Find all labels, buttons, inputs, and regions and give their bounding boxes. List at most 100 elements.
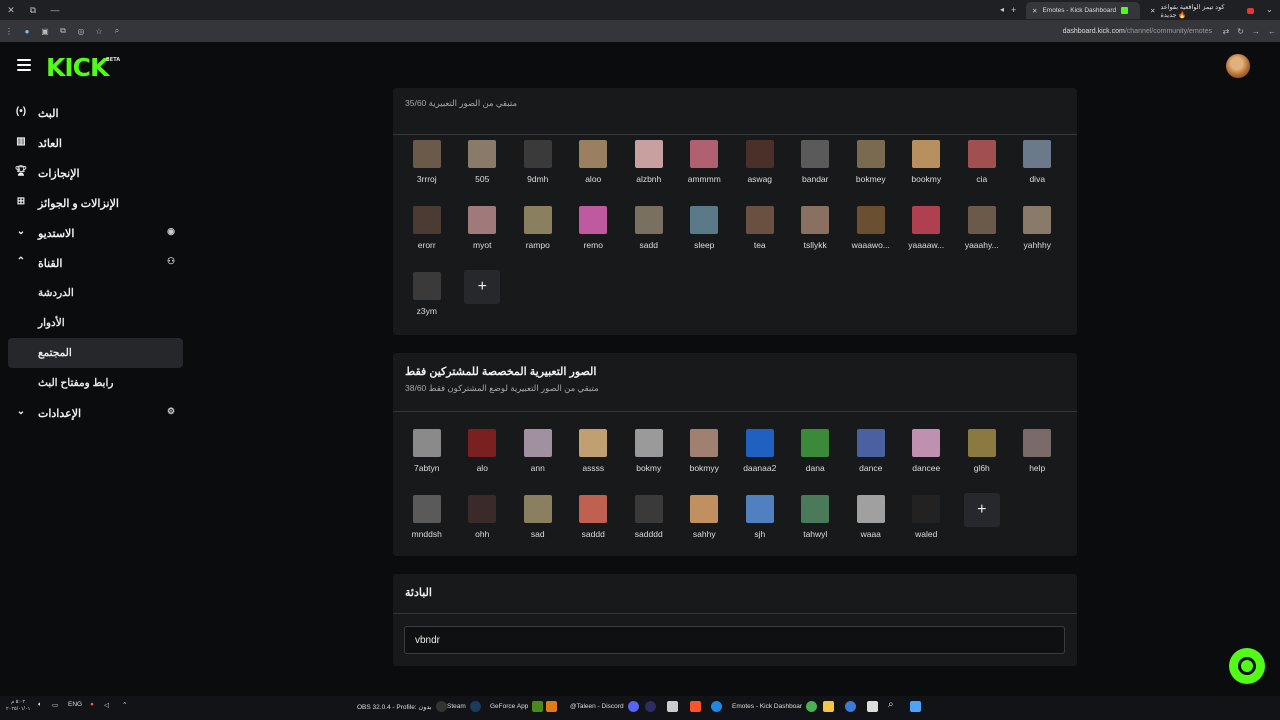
add-emote-button[interactable]: + (464, 270, 501, 304)
tray-arrow-icon[interactable]: ⌃ (122, 701, 127, 709)
app-icon[interactable] (546, 701, 557, 712)
emote-item[interactable]: 3rrroj (399, 138, 455, 204)
emote-item[interactable]: aswag (732, 138, 788, 204)
emote-item[interactable]: yaaaaw... (899, 204, 955, 270)
minimize-window-icon[interactable]: — (44, 5, 66, 15)
emote-item[interactable]: 7abtyn (399, 427, 455, 493)
emote-item[interactable]: dancee (899, 427, 955, 493)
emote-item[interactable]: 505 (455, 138, 511, 204)
folder-icon[interactable] (823, 701, 834, 712)
emote-item[interactable]: sad (510, 493, 566, 559)
emote-item[interactable]: saddd (566, 493, 622, 559)
forward-icon[interactable]: → (1252, 27, 1260, 36)
close-window-icon[interactable]: ✕ (0, 5, 22, 16)
emote-item[interactable]: ohh (455, 493, 511, 559)
new-tab-icon[interactable]: + (1011, 5, 1016, 15)
emote-item[interactable]: tea (732, 204, 788, 270)
sidebar-item-settings[interactable]: ⌄ الإعدادات ⚙ (8, 398, 183, 428)
emote-item[interactable]: dance (843, 427, 899, 493)
zoom-icon[interactable]: ⌕ (108, 26, 126, 36)
taskbar-obs[interactable]: OBS 32.0.4 - Profile: بدون (357, 701, 447, 712)
emote-item[interactable]: gl6h (954, 427, 1010, 493)
emote-item[interactable]: cia (954, 138, 1010, 204)
emote-item[interactable]: ann (510, 427, 566, 493)
tab-youtube[interactable]: ✕ كود تيمز الواقعية بقواعد جديدة 🔥 (1144, 2, 1260, 19)
sidebar-subitem-chat[interactable]: الدردشة (8, 278, 183, 308)
emote-item[interactable]: help (1010, 427, 1066, 493)
clock[interactable]: ٥:٠٢ م ٢٠٢٥/٠١/٠١ (6, 699, 30, 713)
extension-icon[interactable]: ▣ (36, 27, 54, 36)
translate-icon[interactable]: ⇄ (1223, 27, 1230, 36)
emote-item[interactable]: myot (455, 204, 511, 270)
menu-dots-icon[interactable]: ⋮ (0, 27, 18, 36)
sidebar-subitem-stream-key[interactable]: رابط ومفتاح البث (8, 368, 183, 398)
emote-item[interactable]: bokmy (621, 427, 677, 493)
wallet-icon[interactable]: ◎ (72, 27, 90, 36)
volume-icon[interactable]: 🔈︎ (38, 701, 42, 709)
emote-item[interactable]: assss (566, 427, 622, 493)
brave-icon[interactable] (690, 701, 701, 712)
app-icon[interactable] (845, 701, 856, 712)
taskbar-steam[interactable]: Steam (447, 701, 481, 712)
emote-item[interactable]: remo (566, 204, 622, 270)
profile-icon[interactable]: ● (18, 27, 36, 36)
taskbar-chrome[interactable]: Emotes - Kick Dashboar (732, 701, 818, 712)
url-field[interactable]: dashboard.kick.com/channel/community/emo… (1063, 28, 1212, 35)
emote-item[interactable]: yahhhy (1010, 204, 1066, 270)
wifi-icon[interactable]: ▭ (52, 701, 58, 709)
close-tab-icon[interactable]: ✕ (1032, 7, 1037, 15)
search-icon[interactable]: ⌕ (888, 699, 894, 710)
emote-item[interactable]: sadd (621, 204, 677, 270)
emote-item[interactable]: tsllykk (788, 204, 844, 270)
emote-item[interactable]: ammmm (677, 138, 733, 204)
restore-window-icon[interactable]: ⧉ (22, 5, 44, 16)
app-icon[interactable] (645, 701, 656, 712)
emote-item[interactable]: dana (788, 427, 844, 493)
taskbar-discord[interactable]: @Taleen - Discord (570, 701, 639, 712)
windows-start-icon[interactable] (910, 701, 921, 712)
emote-item[interactable]: waaawo... (843, 204, 899, 270)
tab-menu-icon[interactable]: ⌄ (1266, 5, 1273, 14)
emote-item[interactable]: bookmy (899, 138, 955, 204)
avatar[interactable] (1226, 54, 1250, 78)
speaker-icon[interactable]: ◁ (104, 701, 109, 709)
language-indicator[interactable]: ENG (68, 701, 82, 708)
emote-item[interactable]: daanaa2 (732, 427, 788, 493)
emote-item[interactable]: bokmyy (677, 427, 733, 493)
sidebar-item-revenue[interactable]: ▥ العائد (8, 128, 183, 158)
prefix-input[interactable]: vbndr (404, 626, 1065, 654)
kick-logo[interactable]: KICK BETA (46, 53, 120, 82)
sidebar-subitem-roles[interactable]: الأدوار (8, 308, 183, 338)
emote-item[interactable]: rampo (510, 204, 566, 270)
emote-item[interactable]: sahhy (677, 493, 733, 559)
emote-item[interactable]: sadddd (621, 493, 677, 559)
tab-search-icon[interactable]: ◂ (1000, 5, 1004, 14)
cast-icon[interactable]: ⧉ (54, 26, 72, 36)
emote-item[interactable]: mnddsh (399, 493, 455, 559)
calculator-icon[interactable] (667, 701, 678, 712)
emote-item[interactable]: waled (899, 493, 955, 559)
sidebar-item-channel[interactable]: ⌃ القناة ⚇ (8, 248, 183, 278)
bookmark-star-icon[interactable]: ☆ (90, 27, 108, 36)
sidebar-item-drops[interactable]: ⊞ الإنزالات و الجوائز (8, 188, 183, 218)
close-tab-icon[interactable]: ✕ (1150, 7, 1155, 15)
emote-item[interactable]: tahwyl (788, 493, 844, 559)
sidebar-item-broadcast[interactable]: (•) البث (8, 98, 183, 128)
emote-item[interactable]: alo (455, 427, 511, 493)
emote-item[interactable]: diva (1010, 138, 1066, 204)
emote-item[interactable]: yaaahy... (954, 204, 1010, 270)
sidebar-item-achievements[interactable]: 🏆︎ الإنجازات (8, 158, 183, 188)
emote-item[interactable]: erorr (399, 204, 455, 270)
sidebar-item-studio[interactable]: ⌄ الاستديو ◉ (8, 218, 183, 248)
emote-item[interactable]: bokmey (843, 138, 899, 204)
reload-icon[interactable]: ↻ (1237, 27, 1244, 36)
taskbar-geforce[interactable]: GeForce App (490, 701, 544, 712)
sidebar-subitem-community[interactable]: المجتمع (8, 338, 183, 368)
emote-item[interactable]: sjh (732, 493, 788, 559)
emote-item[interactable]: bandar (788, 138, 844, 204)
emote-item[interactable]: 9dmh (510, 138, 566, 204)
hamburger-menu-icon[interactable] (17, 59, 31, 71)
mic-icon[interactable]: ● (90, 701, 94, 708)
tab-emotes[interactable]: ✕ Emotes - Kick Dashboard (1026, 2, 1140, 19)
emote-item[interactable]: sleep (677, 204, 733, 270)
